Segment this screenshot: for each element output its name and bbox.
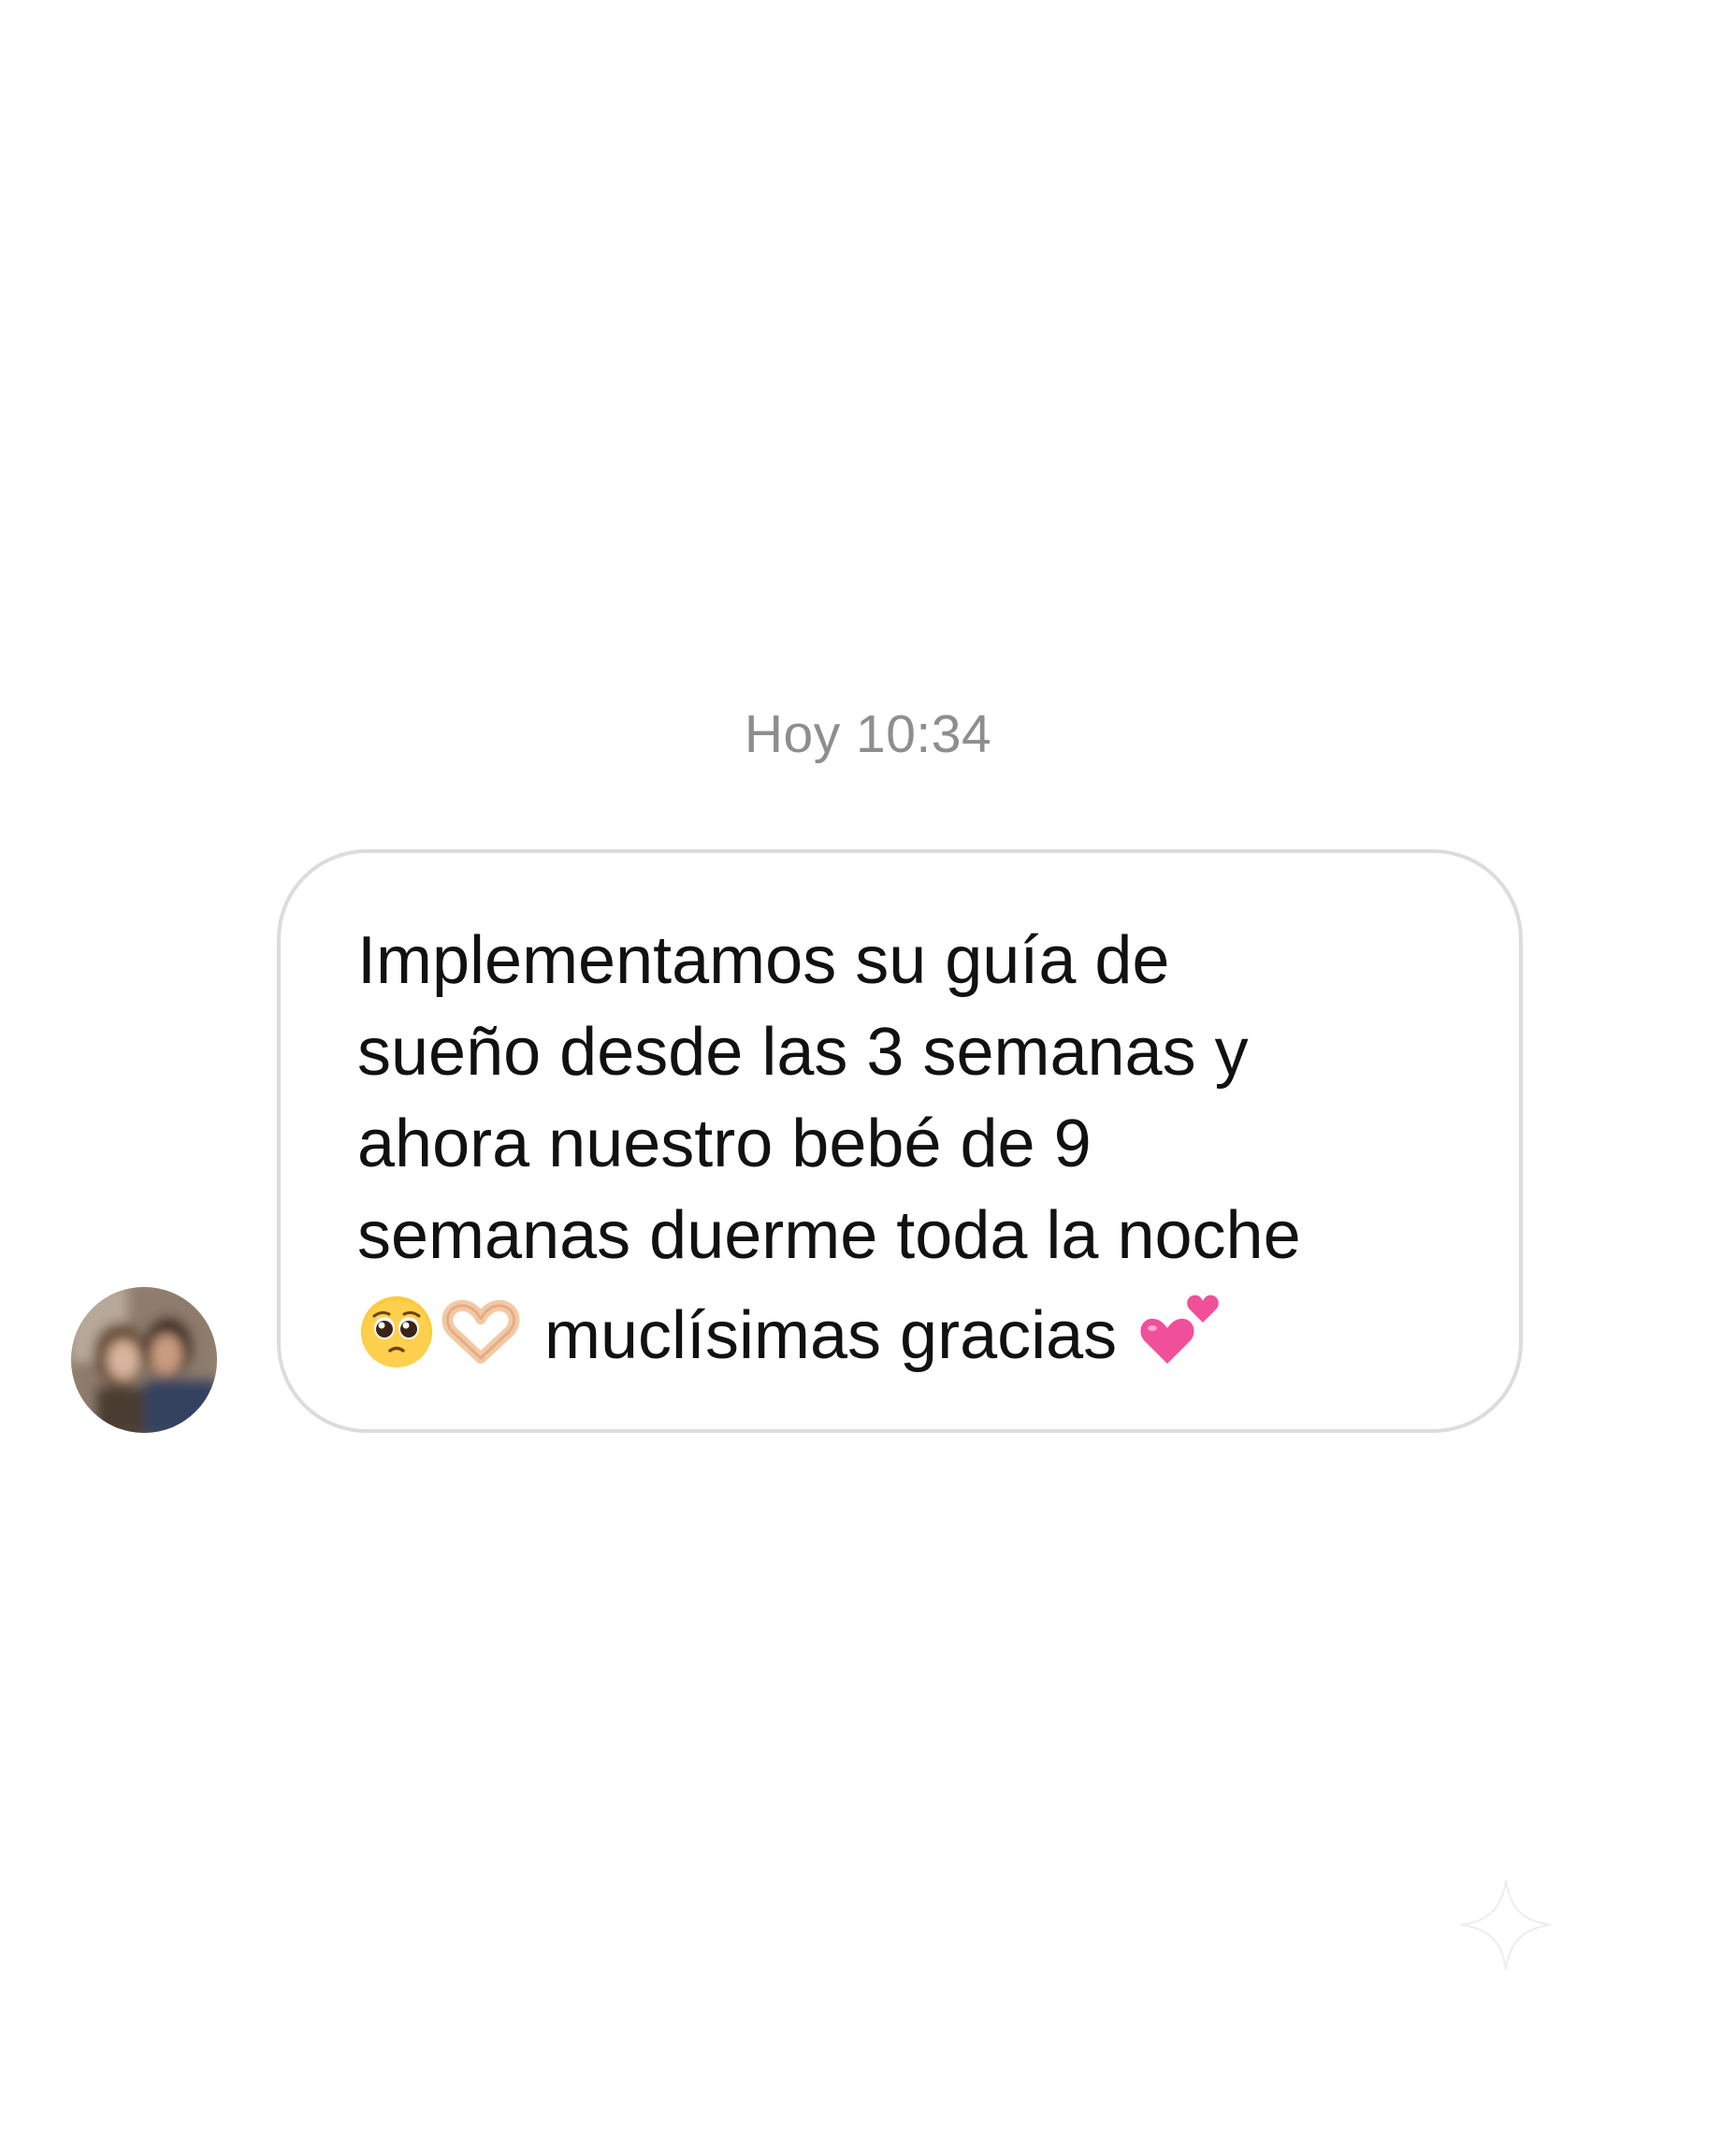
message-line-4: semanas duerme toda la noche xyxy=(357,1198,1301,1273)
two-hearts-icon xyxy=(1136,1281,1225,1395)
heart-hands-icon xyxy=(436,1293,526,1395)
message-line-1: Implementamos su guía de xyxy=(357,923,1170,998)
message-line-5: muclísimas gracias xyxy=(357,1294,1225,1373)
chat-screen: Hoy 10:34 Implementamos su guía de sueño… xyxy=(0,0,1736,2155)
avatar-photo xyxy=(71,1287,217,1433)
message-timestamp: Hoy 10:34 xyxy=(744,704,992,764)
message-line-3: ahora nuestro bebé de 9 xyxy=(357,1106,1092,1181)
message-line-5-text: muclísimas gracias xyxy=(526,1298,1136,1373)
message-text: Implementamos su guía de sueño desde las… xyxy=(357,915,1463,1395)
sparkle-icon xyxy=(1460,1879,1552,1971)
message-bubble[interactable]: Implementamos su guía de sueño desde las… xyxy=(277,849,1523,1433)
pleading-face-icon xyxy=(357,1293,436,1395)
sender-avatar[interactable] xyxy=(71,1287,217,1433)
incoming-message-row: Implementamos su guía de sueño desde las… xyxy=(0,849,1736,1439)
message-line-2: sueño desde las 3 semanas y xyxy=(357,1015,1249,1090)
